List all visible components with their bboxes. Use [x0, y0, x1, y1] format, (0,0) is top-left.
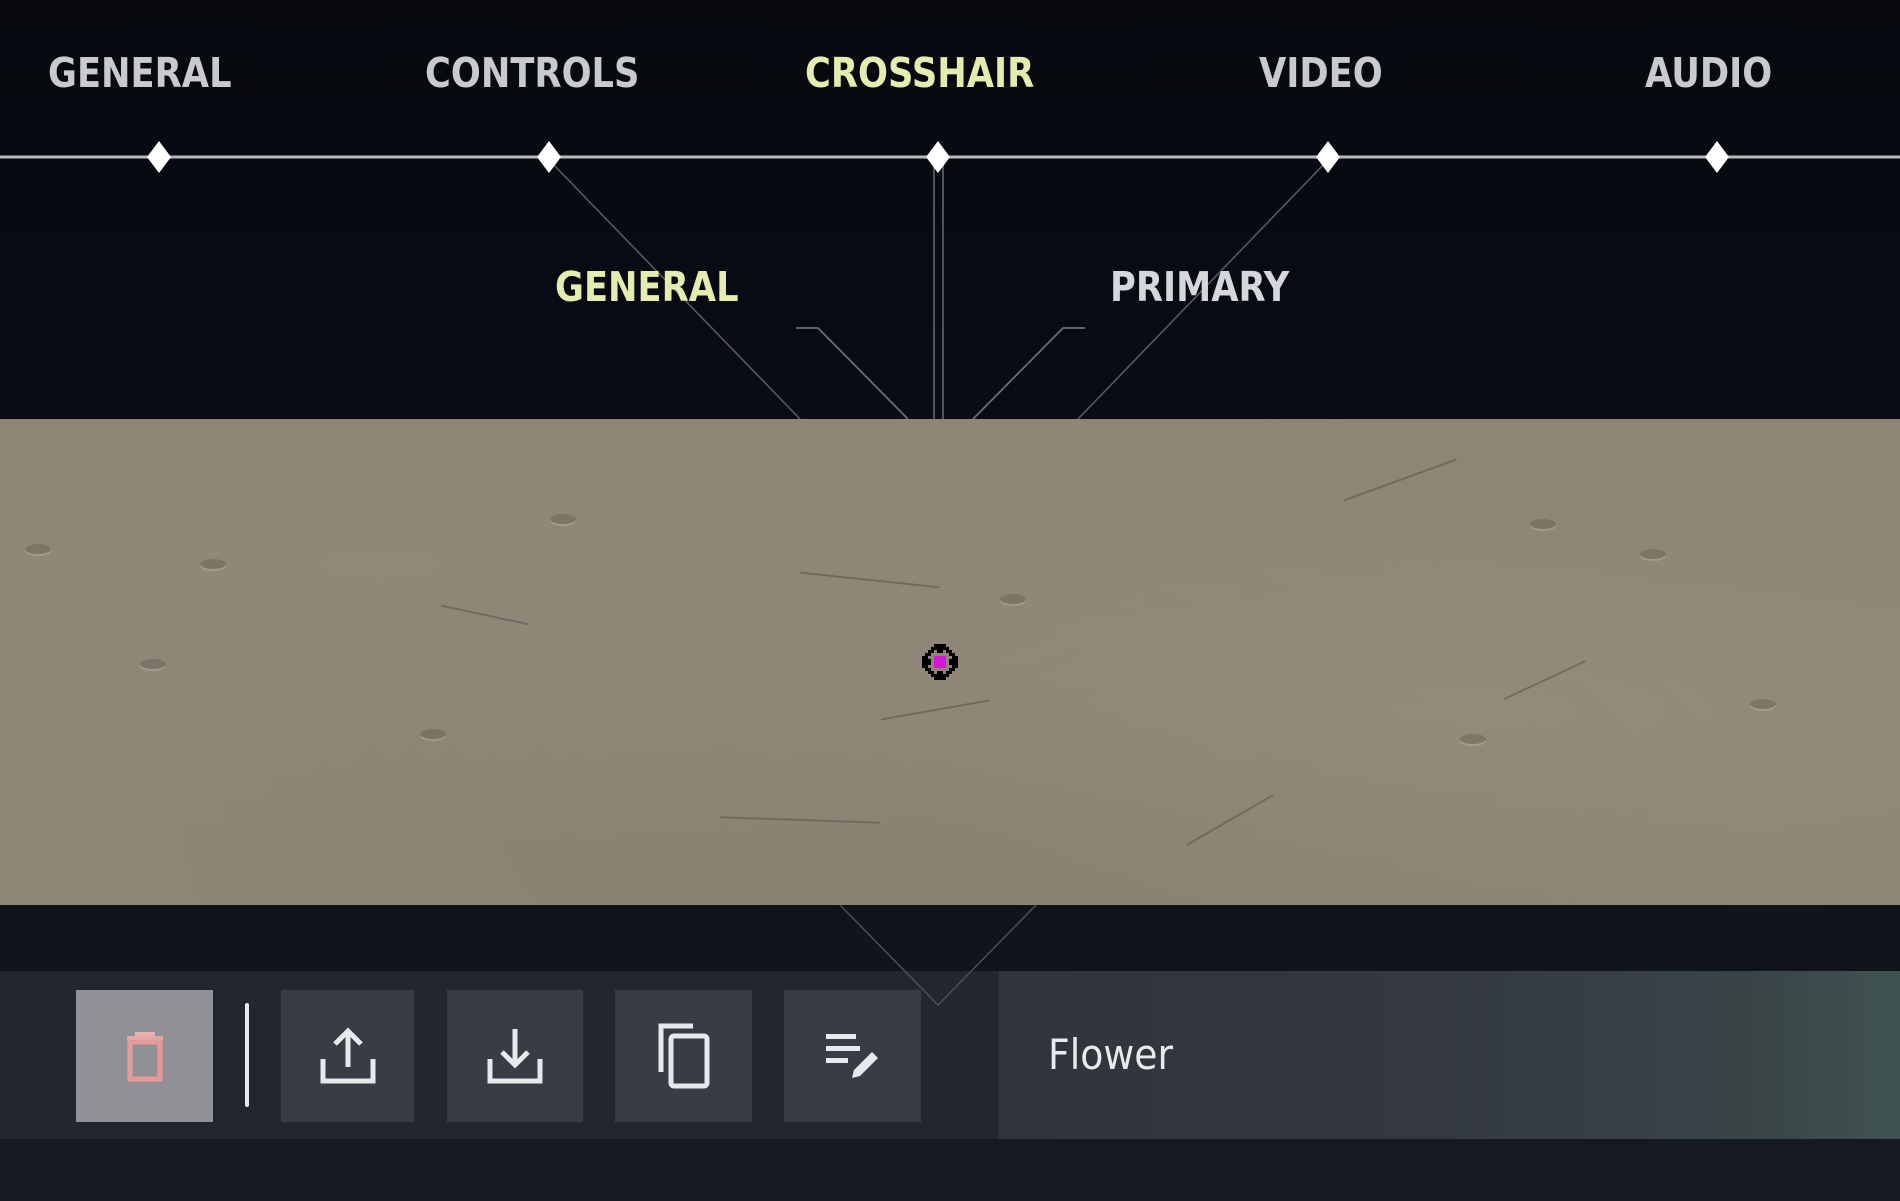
toolbar-separator: [245, 1003, 249, 1107]
texture-detail: [1343, 458, 1457, 502]
texture-detail: [800, 571, 940, 589]
upload-icon: [318, 1025, 378, 1087]
texture-detail: [1186, 794, 1274, 846]
duplicate-profile-button[interactable]: [615, 990, 752, 1122]
tab-video[interactable]: VIDEO: [1259, 48, 1383, 98]
profile-name: Flower: [1048, 1030, 1174, 1079]
rename-profile-button[interactable]: [784, 990, 921, 1122]
texture-detail: [1460, 734, 1486, 744]
texture-detail: [140, 659, 166, 669]
texture-detail: [25, 544, 51, 554]
tab-audio[interactable]: AUDIO: [1645, 48, 1772, 98]
texture-detail: [440, 604, 530, 626]
tab-crosshair[interactable]: CROSSHAIR: [805, 48, 1034, 98]
texture-detail: [420, 729, 446, 739]
texture-detail: [880, 699, 990, 721]
texture-detail: [1000, 594, 1026, 604]
subtab-primary[interactable]: PRIMARY: [1110, 262, 1289, 312]
subtab-general[interactable]: GENERAL: [555, 262, 739, 312]
texture-detail: [1530, 519, 1556, 529]
crosshair-preview-icon: [919, 641, 961, 683]
bottom-band: [0, 1139, 1900, 1201]
import-profile-button[interactable]: [281, 990, 414, 1122]
edit-list-icon: [824, 1030, 882, 1082]
texture-detail: [720, 816, 880, 824]
trash-icon: [123, 1029, 167, 1083]
texture-detail: [550, 514, 576, 524]
tab-general[interactable]: GENERAL: [48, 48, 232, 98]
delete-profile-button[interactable]: [76, 990, 213, 1122]
profile-name-field[interactable]: Flower: [999, 971, 1900, 1139]
texture-detail: [1750, 699, 1776, 709]
download-icon: [485, 1025, 545, 1087]
texture-detail: [200, 559, 226, 569]
toolbar-top-band: [0, 905, 1900, 971]
tab-controls[interactable]: CONTROLS: [425, 48, 639, 98]
texture-detail: [1640, 549, 1666, 559]
texture-detail: [1503, 660, 1587, 700]
export-profile-button[interactable]: [447, 990, 583, 1122]
copy-icon: [655, 1022, 713, 1090]
